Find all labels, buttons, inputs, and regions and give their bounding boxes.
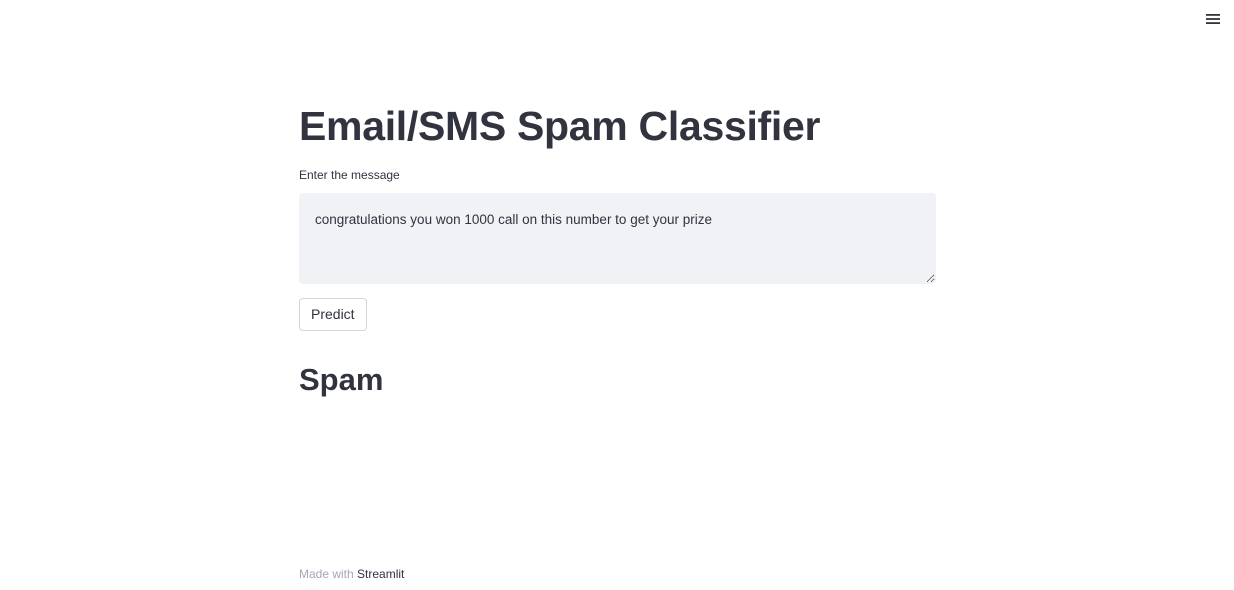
app-page: Email/SMS Spam Classifier Enter the mess… (0, 0, 1234, 590)
streamlit-link[interactable]: Streamlit (357, 567, 404, 581)
prediction-result: Spam (299, 362, 384, 397)
main-menu-button[interactable] (1204, 10, 1222, 28)
footer: Made with Streamlit (299, 566, 404, 582)
footer-prefix: Made with (299, 567, 354, 581)
message-input-label: Enter the message (299, 168, 400, 182)
message-textarea[interactable] (299, 193, 936, 284)
page-title: Email/SMS Spam Classifier (299, 103, 821, 149)
predict-button[interactable]: Predict (299, 298, 367, 331)
hamburger-menu-icon (1206, 13, 1220, 25)
